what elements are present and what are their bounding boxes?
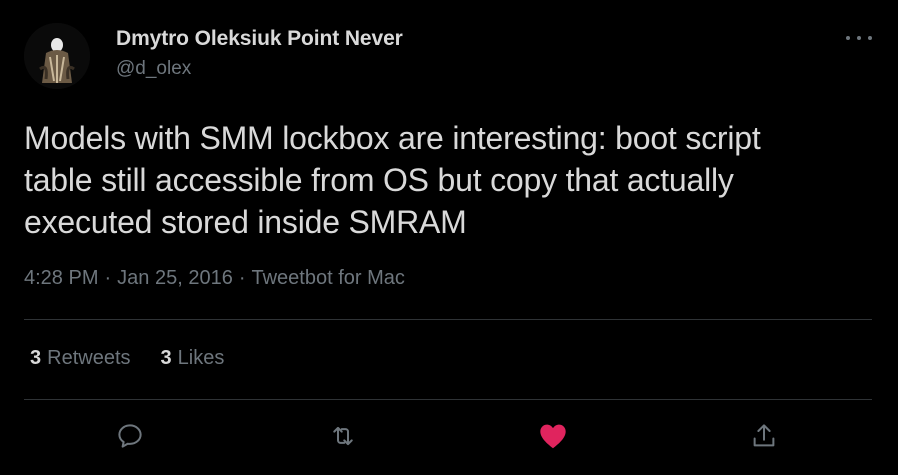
meta-separator: · bbox=[238, 267, 246, 289]
retweet-button[interactable] bbox=[323, 416, 363, 456]
tweet-date[interactable]: Jan 25, 2016 bbox=[117, 267, 233, 289]
tweet-text-line: Models with SMM lockbox are interesting:… bbox=[24, 120, 761, 156]
retweet-icon bbox=[333, 426, 353, 446]
tweet-source[interactable]: Tweetbot for Mac bbox=[251, 267, 404, 289]
retweets-label: Retweets bbox=[47, 347, 131, 369]
dot bbox=[846, 36, 850, 40]
tweet-text-line: table still accessible from OS but copy … bbox=[24, 162, 734, 198]
retweets-count: 3 bbox=[30, 347, 42, 369]
divider bbox=[24, 319, 872, 320]
tweet-text: Models with SMM lockbox are interesting:… bbox=[24, 117, 874, 243]
avatar[interactable] bbox=[24, 23, 90, 89]
heart-icon bbox=[540, 424, 566, 449]
likes-count: 3 bbox=[160, 347, 172, 369]
share-icon bbox=[753, 424, 775, 447]
dot bbox=[868, 36, 872, 40]
tweet-text-line: executed stored inside SMRAM bbox=[24, 204, 467, 240]
share-button[interactable] bbox=[744, 416, 784, 456]
retweets-stat[interactable]: 3 Retweets bbox=[30, 347, 131, 370]
dot bbox=[857, 36, 861, 40]
author-handle[interactable]: @d_olex bbox=[116, 58, 191, 80]
tweet-time[interactable]: 4:28 PM bbox=[24, 267, 98, 289]
author-name[interactable]: Dmytro Oleksiuk Point Never bbox=[116, 27, 403, 51]
avatar-image bbox=[24, 23, 90, 89]
tweet-stats: 3 Retweets 3 Likes bbox=[30, 347, 224, 370]
reply-button[interactable] bbox=[110, 416, 150, 456]
tweet-actions bbox=[0, 416, 898, 456]
divider bbox=[24, 399, 872, 400]
tweet-detail: Dmytro Oleksiuk Point Never @d_olex Mode… bbox=[0, 0, 898, 475]
meta-separator: · bbox=[104, 267, 112, 289]
reply-icon bbox=[118, 424, 142, 448]
tweet-meta: 4:28 PM · Jan 25, 2016 · Tweetbot for Mac bbox=[24, 267, 405, 290]
more-options-icon[interactable] bbox=[846, 28, 872, 48]
like-button[interactable] bbox=[533, 416, 573, 456]
likes-label: Likes bbox=[177, 347, 225, 369]
likes-stat[interactable]: 3 Likes bbox=[161, 347, 225, 370]
